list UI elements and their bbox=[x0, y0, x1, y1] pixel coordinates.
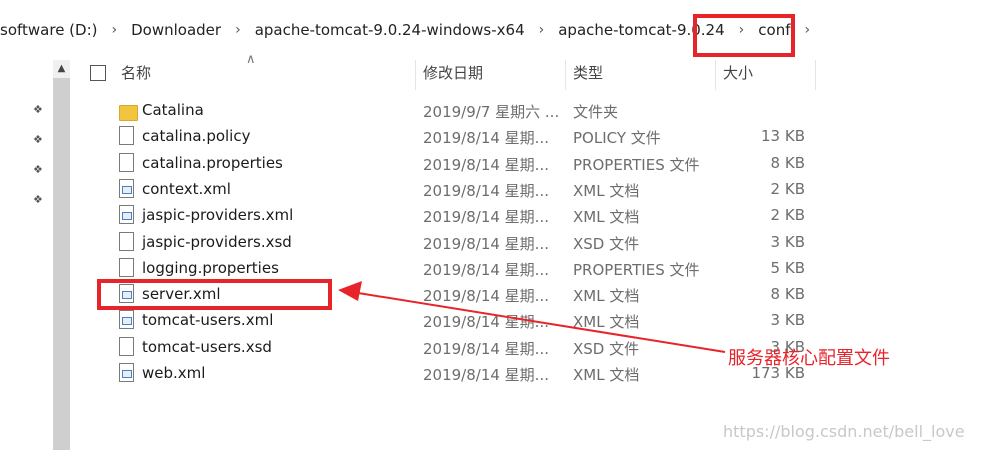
annotation-label: 服务器核心配置文件 bbox=[728, 348, 890, 369]
annotation-arrow bbox=[338, 281, 726, 353]
watermark-text: https://blog.csdn.net/bell_love bbox=[723, 422, 965, 441]
